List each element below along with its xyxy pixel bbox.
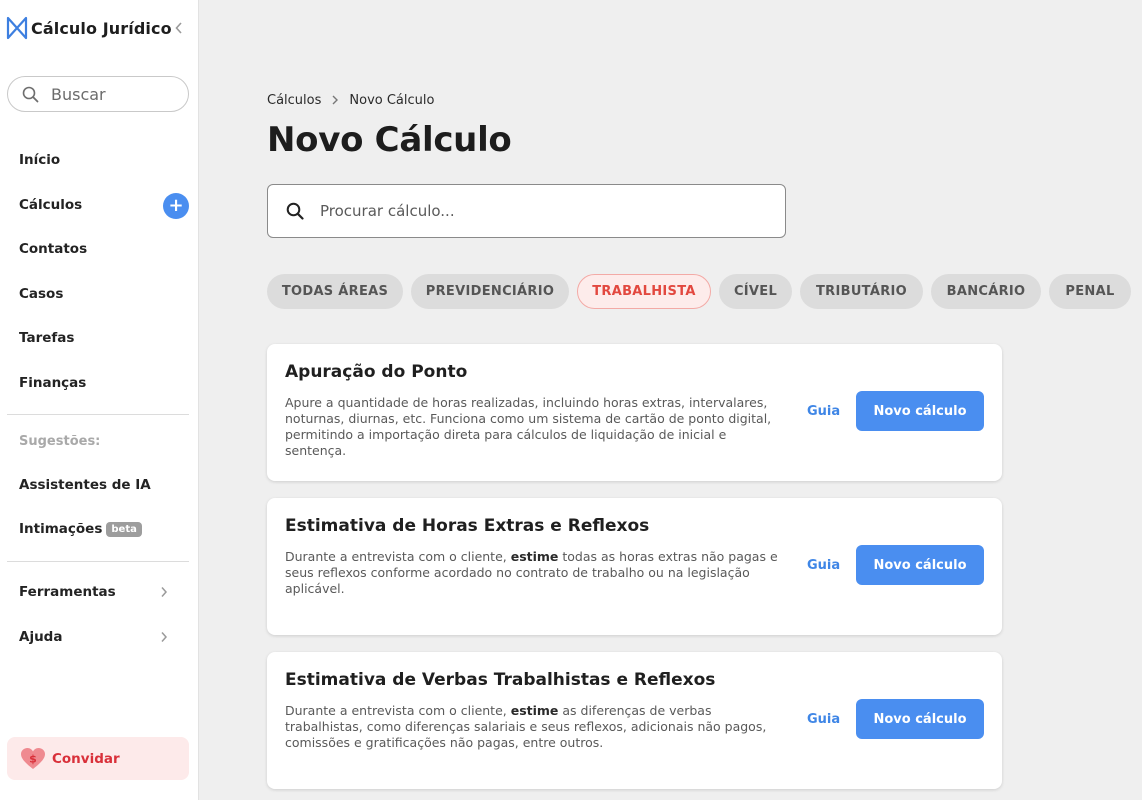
- guide-link[interactable]: Guia: [807, 404, 840, 419]
- chevron-right-icon: [161, 632, 168, 642]
- sidebar-item-label: Ferramentas: [19, 584, 116, 600]
- calculation-card: Apuração do Ponto Apure a quantidade de …: [267, 344, 1002, 481]
- guide-link[interactable]: Guia: [807, 712, 840, 727]
- collapse-sidebar-button[interactable]: [170, 18, 188, 38]
- sidebar-search[interactable]: [7, 76, 189, 112]
- card-desc-emphasis: estime: [510, 549, 559, 564]
- invite-label: Convidar: [52, 750, 120, 767]
- sidebar-item-ferramentas[interactable]: Ferramentas: [19, 580, 191, 604]
- card-description: Durante a entrevista com o cliente, esti…: [285, 549, 785, 597]
- sidebar-item-label: Cálculos: [19, 197, 83, 213]
- calculation-card: Estimativa de Horas Extras e Reflexos Du…: [267, 498, 1002, 635]
- sidebar-item-label: Contatos: [19, 241, 88, 257]
- card-desc-text: Durante a entrevista com o cliente,: [285, 549, 511, 564]
- filter-chip-previdenciario[interactable]: PREVIDENCIÁRIO: [411, 274, 569, 309]
- brand-name: Cálculo Jurídico: [31, 18, 172, 38]
- filter-chip-trabalhista[interactable]: TRABALHISTA: [577, 274, 711, 309]
- invite-button[interactable]: $ Convidar: [7, 737, 189, 780]
- guide-link[interactable]: Guia: [807, 558, 840, 573]
- card-desc-text: Apure a quantidade de horas realizadas, …: [285, 395, 772, 458]
- filter-chip-label: PREVIDENCIÁRIO: [425, 284, 555, 299]
- sidebar-item-label: Assistentes de IA: [19, 477, 151, 493]
- sidebar-divider: [7, 414, 189, 415]
- sidebar-divider: [7, 561, 189, 562]
- sidebar: Cálculo Jurídico Início Cálculos + Conta…: [0, 0, 199, 800]
- sidebar-item-ajuda[interactable]: Ajuda: [19, 625, 191, 649]
- sidebar-item-financas[interactable]: Finanças: [19, 371, 191, 395]
- area-filter-bar: TODAS ÁREAS PREVIDENCIÁRIO TRABALHISTA C…: [267, 274, 1139, 309]
- brand-logo[interactable]: Cálculo Jurídico: [6, 14, 192, 42]
- filter-chip-tributario[interactable]: TRIBUTÁRIO: [800, 274, 923, 309]
- sidebar-item-label: Tarefas: [19, 330, 75, 346]
- card-description: Apure a quantidade de horas realizadas, …: [285, 395, 785, 459]
- new-calculation-button[interactable]: Novo cálculo: [856, 391, 984, 431]
- sidebar-item-label: Intimações: [19, 521, 103, 537]
- calculation-card: Estimativa de Verbas Trabalhistas e Refl…: [267, 652, 1002, 789]
- suggestions-label: Sugestões:: [19, 434, 101, 449]
- card-desc-emphasis: estime: [510, 703, 559, 718]
- search-icon: [286, 202, 304, 220]
- card-desc-text: Durante a entrevista com o cliente,: [285, 703, 511, 718]
- card-title: Apuração do Ponto: [285, 362, 468, 382]
- filter-chip-label: TRIBUTÁRIO: [816, 284, 907, 299]
- search-icon: [22, 86, 39, 102]
- new-calculation-button[interactable]: Novo cálculo: [856, 699, 984, 739]
- sidebar-item-intimacoes[interactable]: Intimações beta: [19, 517, 191, 541]
- calculation-search[interactable]: [267, 184, 786, 238]
- filter-chip-bancario[interactable]: BANCÁRIO: [931, 274, 1041, 309]
- filter-chip-penal[interactable]: PENAL: [1049, 274, 1131, 309]
- sidebar-item-tarefas[interactable]: Tarefas: [19, 326, 191, 350]
- sidebar-item-label: Finanças: [19, 375, 87, 391]
- filter-chip-label: PENAL: [1065, 284, 1115, 299]
- sidebar-item-assistentes[interactable]: Assistentes de IA: [19, 473, 191, 497]
- card-title: Estimativa de Verbas Trabalhistas e Refl…: [285, 670, 716, 690]
- sidebar-item-label: Casos: [19, 286, 64, 302]
- filter-chip-label: CÍVEL: [733, 284, 778, 299]
- chevron-right-icon: [161, 587, 168, 597]
- filter-chip-label: TODAS ÁREAS: [281, 284, 389, 299]
- chevron-right-icon: [332, 95, 339, 105]
- filter-chip-label: TRABALHISTA: [592, 284, 696, 299]
- sidebar-item-label: Ajuda: [19, 629, 63, 645]
- new-calculation-button[interactable]: Novo cálculo: [856, 545, 984, 585]
- brand-logo-icon: [6, 16, 28, 40]
- chevron-left-icon: [175, 22, 182, 34]
- breadcrumb-current: Novo Cálculo: [349, 92, 435, 108]
- page-title: Novo Cálculo: [267, 120, 512, 160]
- card-title: Estimativa de Horas Extras e Reflexos: [285, 516, 650, 536]
- sidebar-item-contatos[interactable]: Contatos: [19, 237, 191, 261]
- sidebar-item-inicio[interactable]: Início: [19, 148, 191, 172]
- filter-chip-label: BANCÁRIO: [946, 284, 1026, 299]
- calculation-search-input[interactable]: [320, 202, 740, 220]
- beta-badge: beta: [106, 521, 142, 537]
- card-description: Durante a entrevista com o cliente, esti…: [285, 703, 785, 751]
- add-calculation-button[interactable]: +: [163, 193, 189, 219]
- heart-dollar-icon: $: [21, 747, 45, 769]
- sidebar-item-casos[interactable]: Casos: [19, 282, 191, 306]
- plus-icon: +: [168, 195, 184, 216]
- svg-text:$: $: [29, 752, 37, 765]
- breadcrumb-root-link[interactable]: Cálculos: [267, 93, 321, 108]
- filter-chip-todas[interactable]: TODAS ÁREAS: [267, 274, 403, 309]
- filter-chip-civel[interactable]: CÍVEL: [719, 274, 792, 309]
- sidebar-item-label: Início: [19, 152, 61, 168]
- breadcrumb: Cálculos Novo Cálculo: [267, 90, 434, 110]
- sidebar-search-input[interactable]: [51, 84, 171, 104]
